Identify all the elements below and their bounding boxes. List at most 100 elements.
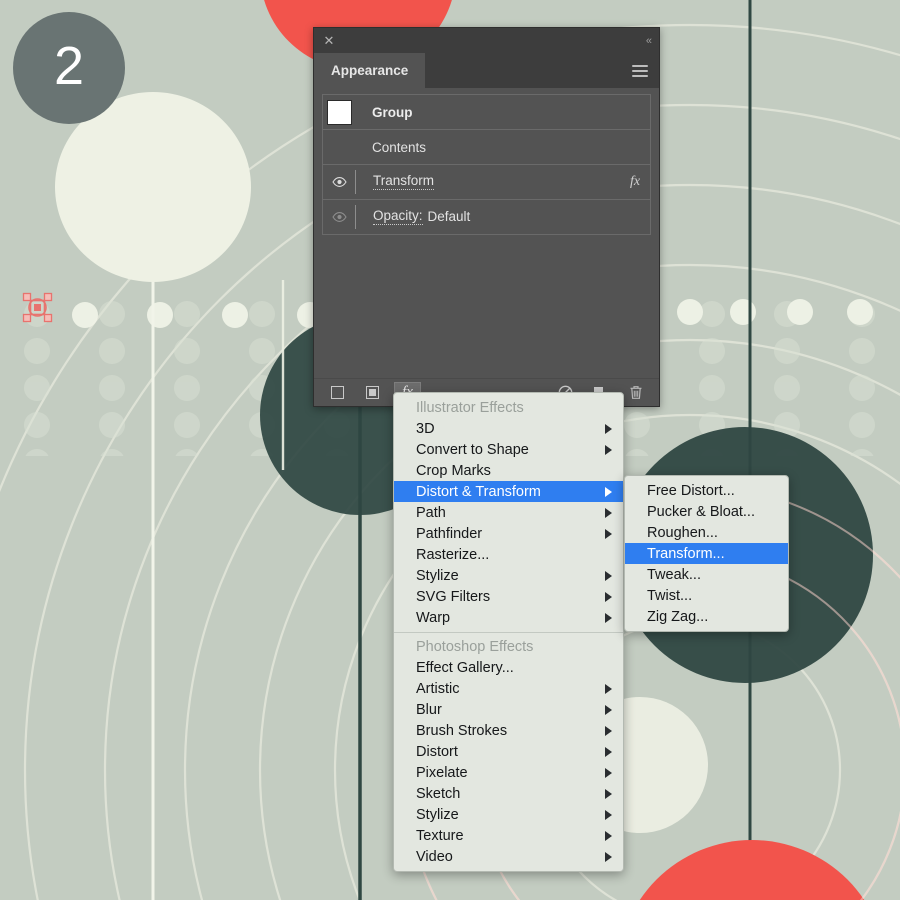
menu-item-artistic[interactable]: Artistic [394, 678, 623, 699]
add-new-fill-button[interactable] [359, 382, 386, 404]
menu-item-label: Video [416, 848, 453, 865]
menu-item-label: Zig Zag... [647, 608, 709, 625]
appearance-row-group[interactable]: Group [323, 95, 650, 130]
chevron-right-icon [605, 570, 612, 581]
menu-item-label: 3D [416, 420, 435, 437]
appearance-panel: ✕ « Appearance Group Contents Transform … [313, 27, 660, 407]
panel-body: Group Contents Transform fx Opacity: Def… [314, 88, 659, 378]
menu-item-label: Roughen... [647, 524, 718, 541]
chevron-right-icon [605, 423, 612, 434]
menu-item-label: Path [416, 504, 446, 521]
chevron-right-icon [605, 683, 612, 694]
chevron-right-icon [605, 486, 612, 497]
chevron-right-icon [605, 612, 612, 623]
menu-item-crop-marks[interactable]: Crop Marks [394, 460, 623, 481]
tab-appearance[interactable]: Appearance [314, 53, 426, 88]
menu-item-label: Rasterize... [416, 546, 490, 563]
menu-item-pixelate[interactable]: Pixelate [394, 762, 623, 783]
step-badge: 2 [13, 12, 125, 124]
chevron-right-icon [605, 725, 612, 736]
menu-item-texture[interactable]: Texture [394, 825, 623, 846]
add-new-stroke-button[interactable] [324, 382, 351, 404]
menu-item-label: Stylize [416, 567, 459, 584]
menu-item-label: Warp [416, 609, 451, 626]
menu-item-label: Texture [416, 827, 464, 844]
panel-tabbar: Appearance [314, 53, 659, 88]
menu-item-label: Pucker & Bloat... [647, 503, 755, 520]
submenu-item-pucker-and-bloat[interactable]: Pucker & Bloat... [625, 501, 788, 522]
menu-item-stylize-photoshop[interactable]: Stylize [394, 804, 623, 825]
group-swatch-cell[interactable] [323, 99, 355, 125]
menu-item-label: Brush Strokes [416, 722, 508, 739]
submenu-item-zig-zag[interactable]: Zig Zag... [625, 606, 788, 627]
menu-item-warp[interactable]: Warp [394, 607, 623, 628]
menu-item-sketch[interactable]: Sketch [394, 783, 623, 804]
menu-item-label: Crop Marks [416, 462, 491, 479]
close-icon[interactable]: ✕ [322, 34, 336, 48]
menu-item-3d[interactable]: 3D [394, 418, 623, 439]
submenu-item-roughen[interactable]: Roughen... [625, 522, 788, 543]
submenu-item-twist[interactable]: Twist... [625, 585, 788, 606]
appearance-row-opacity[interactable]: Opacity: Default [323, 200, 650, 235]
menu-item-rasterize[interactable]: Rasterize... [394, 544, 623, 565]
menu-item-convert-to-shape[interactable]: Convert to Shape [394, 439, 623, 460]
tabbar-filler [425, 53, 659, 88]
visibility-toggle-opacity[interactable] [323, 200, 355, 234]
eye-icon [331, 177, 347, 187]
chevron-right-icon [605, 788, 612, 799]
submenu-item-free-distort[interactable]: Free Distort... [625, 480, 788, 501]
chevron-right-icon [605, 507, 612, 518]
appearance-row-label: Transform [356, 173, 620, 191]
menu-item-label: Free Distort... [647, 482, 735, 499]
chevron-right-icon [605, 767, 612, 778]
visibility-toggle-transform[interactable] [323, 165, 355, 199]
menu-item-distort[interactable]: Distort [394, 741, 623, 762]
menu-item-label: Distort [416, 743, 458, 760]
appearance-row-label: Group [372, 104, 413, 120]
panel-titlebar: ✕ « [314, 28, 659, 53]
menu-item-label: Pathfinder [416, 525, 483, 542]
appearance-row-label: Opacity: Default [356, 208, 650, 226]
menu-item-svg-filters[interactable]: SVG Filters [394, 586, 623, 607]
chevron-right-icon [605, 591, 612, 602]
transform-reference-point-widget[interactable] [22, 292, 53, 323]
appearance-row-contents[interactable]: Contents [323, 130, 650, 165]
menu-item-label: Blur [416, 701, 442, 718]
chevron-right-icon [605, 830, 612, 841]
submenu-item-tweak[interactable]: Tweak... [625, 564, 788, 585]
square-filled-icon [366, 386, 379, 399]
menu-item-brush-strokes[interactable]: Brush Strokes [394, 720, 623, 741]
menu-item-label: Convert to Shape [416, 441, 529, 458]
menu-item-pathfinder[interactable]: Pathfinder [394, 523, 623, 544]
menu-item-blur[interactable]: Blur [394, 699, 623, 720]
chevron-right-icon [605, 746, 612, 757]
distort-and-transform-submenu[interactable]: Free Distort... Pucker & Bloat... Roughe… [624, 475, 789, 632]
appearance-row-transform[interactable]: Transform fx [323, 165, 650, 200]
tab-appearance-label: Appearance [331, 63, 409, 78]
transform-effect-link[interactable]: Transform [373, 173, 435, 191]
menu-section-illustrator: Illustrator Effects 3D Convert to Shape … [394, 397, 623, 628]
delete-item-button[interactable] [622, 382, 649, 404]
menu-section-photoshop: Photoshop Effects Effect Gallery... Arti… [394, 636, 623, 867]
app-canvas: 2 ✕ « Appearance Group Contents Transfor… [0, 0, 900, 900]
appearance-row-label: Contents [372, 139, 427, 155]
submenu-item-transform[interactable]: Transform... [625, 543, 788, 564]
menu-item-label: Distort & Transform [416, 483, 541, 500]
menu-item-label: Effect Gallery... [416, 659, 514, 676]
menu-item-effect-gallery[interactable]: Effect Gallery... [394, 657, 623, 678]
opacity-link[interactable]: Opacity: [373, 208, 423, 226]
fill-swatch-icon[interactable] [326, 99, 352, 125]
chevron-right-icon [605, 809, 612, 820]
fx-icon[interactable]: fx [620, 174, 650, 190]
menu-item-label: Artistic [416, 680, 460, 697]
effects-dropdown-menu[interactable]: Illustrator Effects 3D Convert to Shape … [393, 392, 624, 872]
menu-item-distort-and-transform[interactable]: Distort & Transform [394, 481, 623, 502]
menu-item-label: Tweak... [647, 566, 701, 583]
hamburger-icon[interactable] [632, 64, 648, 77]
menu-item-path[interactable]: Path [394, 502, 623, 523]
menu-item-stylize-illustrator[interactable]: Stylize [394, 565, 623, 586]
step-badge-number: 2 [53, 36, 85, 96]
menu-item-video[interactable]: Video [394, 846, 623, 867]
collapse-panel-icon[interactable]: « [646, 35, 652, 47]
menu-item-label: Stylize [416, 806, 459, 823]
